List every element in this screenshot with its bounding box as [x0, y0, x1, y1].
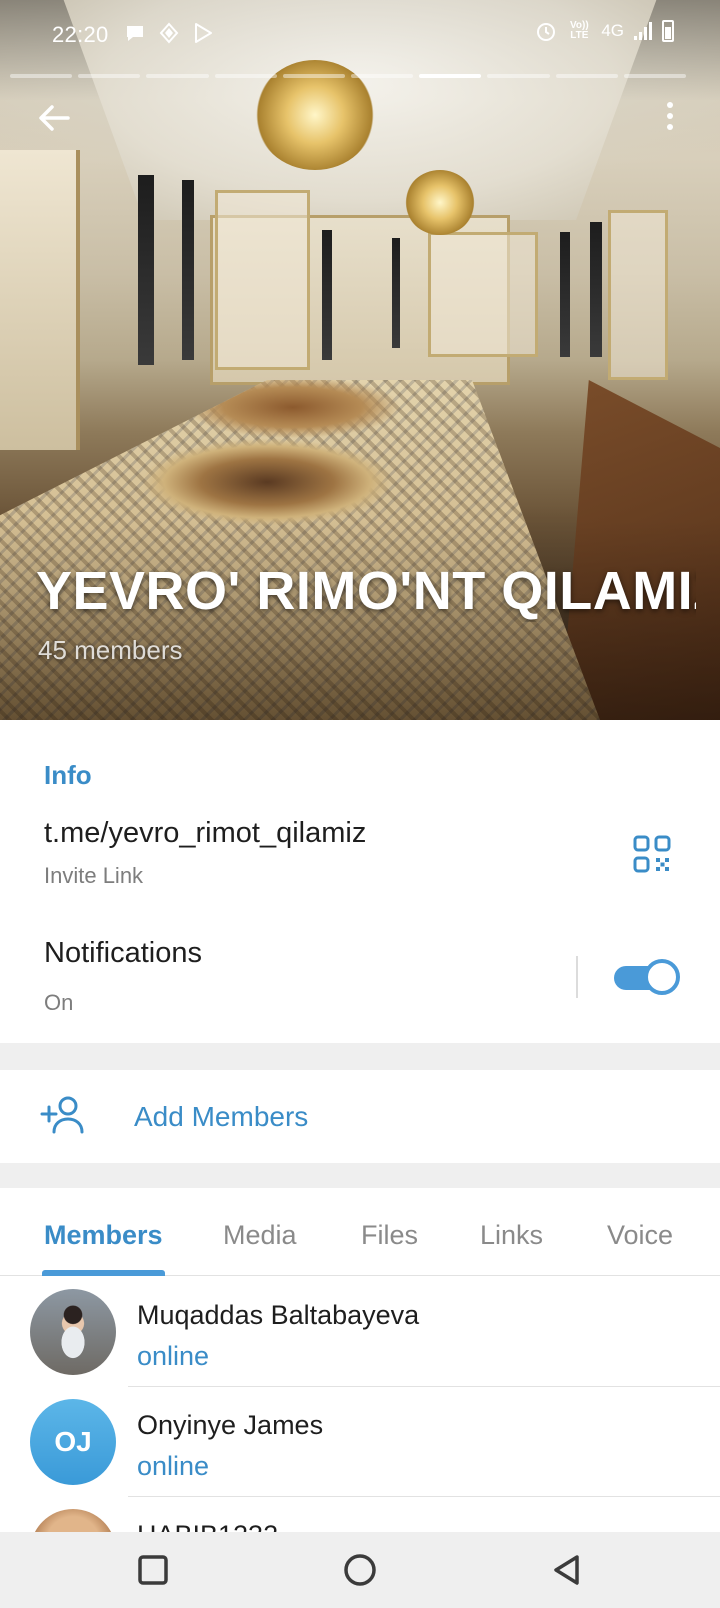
story-segment: [351, 74, 414, 78]
story-segment: [10, 74, 73, 78]
status-bar: 22:20 Vo)) LTE 4G: [0, 0, 720, 68]
avatar: [30, 1289, 116, 1375]
shared-content-tabs: Members Media Files Links Voice: [0, 1188, 720, 1276]
list-item[interactable]: OJ Onyinye James online: [0, 1387, 720, 1497]
add-members-label: Add Members: [134, 1101, 309, 1132]
notification-icons: [124, 22, 214, 44]
story-segment: [146, 74, 209, 78]
invite-link-caption: Invite Link: [44, 863, 144, 888]
cover-pillar: [182, 180, 194, 360]
cover-wall-panel: [608, 210, 668, 380]
recents-icon[interactable]: [131, 1548, 175, 1592]
home-icon[interactable]: [338, 1548, 382, 1592]
volte-icon: Vo)) LTE: [569, 20, 589, 41]
tab-media[interactable]: Media: [223, 1220, 297, 1251]
avatar: [30, 1509, 116, 1532]
cover-pillar: [392, 238, 400, 348]
tab-links[interactable]: Links: [480, 1220, 543, 1251]
story-segment: [78, 74, 141, 78]
system-icons: Vo)) LTE 4G: [535, 20, 674, 42]
member-list: Muqaddas Baltabayeva online OJ Onyinye J…: [0, 1277, 720, 1532]
signal-icon: [634, 22, 652, 40]
cover-chandelier: [405, 170, 475, 235]
member-status: online: [137, 1451, 210, 1481]
cover-pillar: [322, 230, 332, 360]
group-title: YEVRO' RIMO'NT QILAMIZ: [36, 561, 696, 621]
story-progress: [10, 74, 687, 78]
member-name: Onyinye James: [137, 1410, 324, 1440]
member-count: 45 members: [38, 635, 183, 665]
cover-wall-panel: [428, 232, 538, 357]
more-options-icon[interactable]: [664, 102, 676, 136]
toggle-knob: [644, 959, 680, 995]
play-store-icon: [195, 23, 212, 43]
story-segment: [419, 74, 482, 78]
info-section: Info t.me/yevro_rimot_qilamiz Invite Lin…: [0, 720, 720, 1043]
battery-icon: [662, 20, 674, 42]
story-segment: [214, 74, 277, 78]
active-tab-indicator: [42, 1270, 165, 1276]
avatar: OJ: [30, 1399, 116, 1485]
network-type: 4G: [601, 21, 624, 40]
member-name: Muqaddas Baltabayeva: [137, 1300, 420, 1330]
story-segment: [623, 74, 687, 78]
member-status: online: [137, 1341, 210, 1371]
info-heading: Info: [44, 760, 92, 790]
invite-link[interactable]: t.me/yevro_rimot_qilamiz: [44, 817, 366, 850]
list-item[interactable]: HABIB1232: [0, 1497, 720, 1532]
member-name: HABIB1232: [137, 1520, 278, 1532]
divider: [576, 956, 578, 998]
add-user-icon: [40, 1096, 84, 1134]
cover-wall-panel: [215, 190, 310, 370]
story-segment: [555, 74, 618, 78]
diamond-icon: [159, 22, 179, 44]
nav-back-icon[interactable]: [545, 1548, 589, 1592]
chat-bubble-icon: [127, 26, 143, 41]
cover-pillar: [138, 175, 154, 365]
qr-code-icon[interactable]: [633, 835, 671, 873]
cover-pillar: [560, 232, 570, 357]
back-arrow-icon[interactable]: [34, 98, 74, 138]
notifications-status: On: [44, 990, 74, 1015]
section-separator: [0, 1043, 720, 1070]
tab-members[interactable]: Members: [44, 1220, 163, 1251]
story-segment: [487, 74, 550, 78]
story-segment: [282, 74, 346, 78]
status-time: 22:20: [52, 22, 109, 47]
tab-files[interactable]: Files: [361, 1220, 418, 1251]
alarm-icon: [537, 23, 556, 41]
add-members-button[interactable]: Add Members: [0, 1070, 720, 1163]
notifications-toggle[interactable]: [614, 958, 680, 996]
cover-pillar: [590, 222, 602, 357]
notifications-label[interactable]: Notifications: [44, 937, 202, 970]
tab-voice[interactable]: Voice: [607, 1220, 673, 1251]
list-item[interactable]: Muqaddas Baltabayeva online: [0, 1277, 720, 1387]
section-separator: [0, 1163, 720, 1188]
cover-door: [0, 150, 80, 450]
system-nav-bar: [0, 1532, 720, 1608]
